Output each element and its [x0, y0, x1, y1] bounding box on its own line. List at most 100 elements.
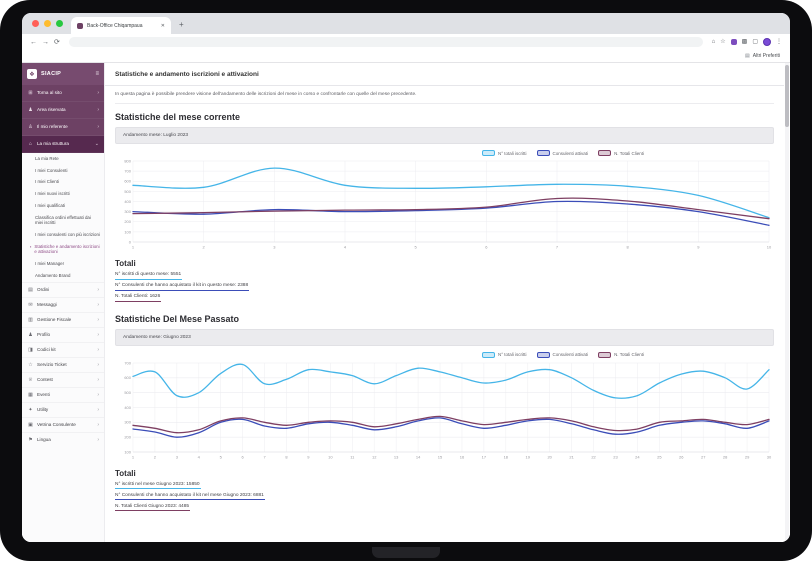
- legend-item-n-totali-clienti[interactable]: N. Totali Clienti: [598, 150, 644, 156]
- sidebar-item-il-mio-referente[interactable]: ♙Il mio referente›: [22, 119, 104, 136]
- sidebar-item-ordini[interactable]: ▤Ordini›: [22, 282, 104, 297]
- svg-text:600: 600: [124, 375, 131, 380]
- svg-text:8: 8: [285, 454, 288, 459]
- url-bar[interactable]: [69, 37, 703, 47]
- submenu-item-la-mia-rete[interactable]: La mia Rete: [22, 153, 104, 165]
- sidebar-item-profilo[interactable]: ♟Profilo›: [22, 327, 104, 342]
- svg-text:27: 27: [701, 454, 706, 459]
- sidebar-item-label: Codici kit: [37, 347, 94, 352]
- sidebar-item-eventi[interactable]: ▦Eventi›: [22, 387, 104, 402]
- legend-swatch: [598, 352, 611, 358]
- legend-item-consulenti-attivati[interactable]: Consulenti attivati: [537, 150, 589, 156]
- total-link[interactable]: N° iscritti nel mese Giugno 2023: 15850: [115, 481, 201, 490]
- sidebar-item-area-riservata[interactable]: ♟Area riservata›: [22, 102, 104, 119]
- profile-avatar[interactable]: [763, 38, 771, 46]
- messages-icon: ✉: [27, 302, 34, 308]
- legend-swatch: [482, 352, 495, 358]
- window-controls: [32, 20, 63, 27]
- browser-tab[interactable]: Back-Office Chiqampaua ✕: [71, 17, 171, 34]
- sidebar-header: ❖ SIACIP ≡: [22, 63, 104, 85]
- sidebar-item-gestione-fiscale[interactable]: ▥Gestione Fiscale›: [22, 312, 104, 327]
- sidebar-main-menu: ⊞Torna al sito›♟Area riservata›♙Il mio r…: [22, 85, 104, 153]
- sidebar-item-vetrina-consulente[interactable]: ▣Vetrina Consulente›: [22, 417, 104, 432]
- submenu-item-statistiche-e-andamento-iscrizioni-e-attivazioni[interactable]: ▪Statistiche e andamento iscrizioni e at…: [22, 241, 104, 258]
- svg-text:300: 300: [124, 419, 131, 424]
- showcase-icon: ▣: [27, 422, 34, 428]
- submenu-item-label: I miei Manager: [35, 261, 64, 267]
- other-bookmarks-button[interactable]: Altri Preferiti: [753, 53, 780, 59]
- svg-text:2: 2: [154, 454, 157, 459]
- home-icon[interactable]: ⌂: [712, 39, 716, 45]
- submenu-item-i-miei-clienti[interactable]: I miei Clienti: [22, 176, 104, 188]
- tab-favicon-icon: [77, 23, 83, 29]
- submenu-item-i-miei-qualificati[interactable]: I miei qualificati: [22, 200, 104, 212]
- submenu-item-i-miei-manager[interactable]: I miei Manager: [22, 258, 104, 270]
- chevron-right-icon: ›: [97, 332, 99, 338]
- grid-icon: ⊞: [27, 90, 34, 96]
- legend-item-n-totali-iscritti[interactable]: N° totali iscritti: [482, 352, 527, 358]
- total-link[interactable]: N° Consulenti che hanno acquistato il ki…: [115, 492, 265, 501]
- browser-window: Back-Office Chiqampaua ✕ + ← → ⟳ ⌂ ☆ ▩ ▢…: [22, 13, 790, 542]
- sidebar-item-codici-kit[interactable]: ◨Codici kit›: [22, 342, 104, 357]
- pinned-extension-icon[interactable]: [731, 39, 737, 45]
- sidebar-item-label: Area riservata: [37, 107, 94, 112]
- sidebar-item-torna-al-sito[interactable]: ⊞Torna al sito›: [22, 85, 104, 102]
- sidebar-item-contest[interactable]: ♕Contest›: [22, 372, 104, 387]
- scrollbar[interactable]: [785, 63, 789, 542]
- legend-item-n-totali-iscritti[interactable]: N° totali iscritti: [482, 150, 527, 156]
- svg-text:3: 3: [176, 454, 179, 459]
- submenu-item-label: I miei nuovi iscritti: [35, 191, 70, 197]
- svg-text:11: 11: [350, 454, 355, 459]
- total-link[interactable]: N. Totali Clienti Giugno 2023: 4485: [115, 503, 190, 512]
- section-heading: Statistiche del mese corrente: [115, 112, 774, 122]
- menu-kebab-icon[interactable]: ⋮: [776, 39, 782, 45]
- browser-tab-strip: Back-Office Chiqampaua ✕ +: [22, 13, 790, 34]
- bookmark-star-icon[interactable]: ☆: [720, 39, 725, 45]
- sidebar-item-messaggi[interactable]: ✉Messaggi›: [22, 297, 104, 312]
- sidebar-item-label: Torna al sito: [37, 90, 94, 95]
- forward-button[interactable]: →: [42, 39, 49, 46]
- sidebar-item-servizio-ticket[interactable]: ☆Servizio Ticket›: [22, 357, 104, 372]
- submenu-item-label: I miei Consulenti: [35, 168, 67, 174]
- scrollbar-thumb[interactable]: [785, 65, 789, 127]
- chart-legend: N° totali iscritti Consulenti attivati N. …: [115, 150, 644, 156]
- new-tab-button[interactable]: +: [179, 20, 184, 29]
- legend-item-consulenti-attivati[interactable]: Consulenti attivati: [537, 352, 589, 358]
- totals-heading: Totali: [115, 469, 774, 478]
- svg-text:500: 500: [124, 189, 131, 194]
- submenu-item-i-miei-consulenti-con-pi-iscrizioni[interactable]: I miei consulenti con più iscrizioni: [22, 229, 104, 241]
- submenu-item-label: Classifica ordini effettuati dai miei is…: [35, 215, 100, 226]
- svg-text:700: 700: [124, 360, 131, 365]
- submenu-item-classifica-ordini-effettuati-dai-miei-iscritti[interactable]: Classifica ordini effettuati dai miei is…: [22, 212, 104, 229]
- chevron-right-icon: ›: [97, 107, 99, 113]
- totals-list: N° iscritti nel mese Giugno 2023: 15850 N…: [115, 481, 774, 512]
- sidebar-item-lingua[interactable]: ⚑Lingua›: [22, 432, 104, 447]
- tab-close-icon[interactable]: ✕: [161, 23, 165, 29]
- language-icon: ⚑: [27, 437, 34, 443]
- totals-list: N° iscritti di questo mese: 5551 N° Consu…: [115, 271, 774, 302]
- minimize-window-button[interactable]: [44, 20, 51, 27]
- line-chart-current-month[interactable]: 123456789100100200300400500600700800: [115, 157, 774, 253]
- svg-text:7: 7: [556, 244, 559, 249]
- back-button[interactable]: ←: [30, 39, 37, 46]
- submenu-item-i-miei-nuovi-iscritti[interactable]: I miei nuovi iscritti: [22, 188, 104, 200]
- legend-item-n-totali-clienti[interactable]: N. Totali Clienti: [598, 352, 644, 358]
- contest-icon: ♕: [27, 377, 34, 383]
- submenu-item-i-miei-consulenti[interactable]: I miei Consulenti: [22, 165, 104, 177]
- sidebar-item-label: Ordini: [37, 287, 94, 292]
- maximize-window-button[interactable]: [56, 20, 63, 27]
- total-link[interactable]: N° iscritti di questo mese: 5551: [115, 271, 182, 280]
- brand-logo-icon: ❖: [27, 69, 37, 79]
- sidebar-item-la-mia-struttura[interactable]: ⌂La mia struttura⌄: [22, 136, 104, 153]
- total-link[interactable]: N. Totali Clienti: 1626: [115, 293, 161, 302]
- tab-groups-icon[interactable]: ▢: [752, 39, 758, 45]
- line-chart-previous-month[interactable]: 1234567891011121314151617181920212223242…: [115, 359, 774, 463]
- sidebar-item-utility[interactable]: ✦Utility›: [22, 402, 104, 417]
- total-link[interactable]: N° Consulenti che hanno acquistato il ki…: [115, 282, 249, 291]
- reload-button[interactable]: ⟳: [54, 39, 60, 46]
- submenu-item-andamento-brand[interactable]: Andamento Brand: [22, 270, 104, 282]
- sidebar-toggle-icon[interactable]: ≡: [95, 71, 99, 77]
- sidebar-item-label: Messaggi: [37, 302, 94, 307]
- extensions-puzzle-icon[interactable]: ▩: [742, 39, 748, 45]
- close-window-button[interactable]: [32, 20, 39, 27]
